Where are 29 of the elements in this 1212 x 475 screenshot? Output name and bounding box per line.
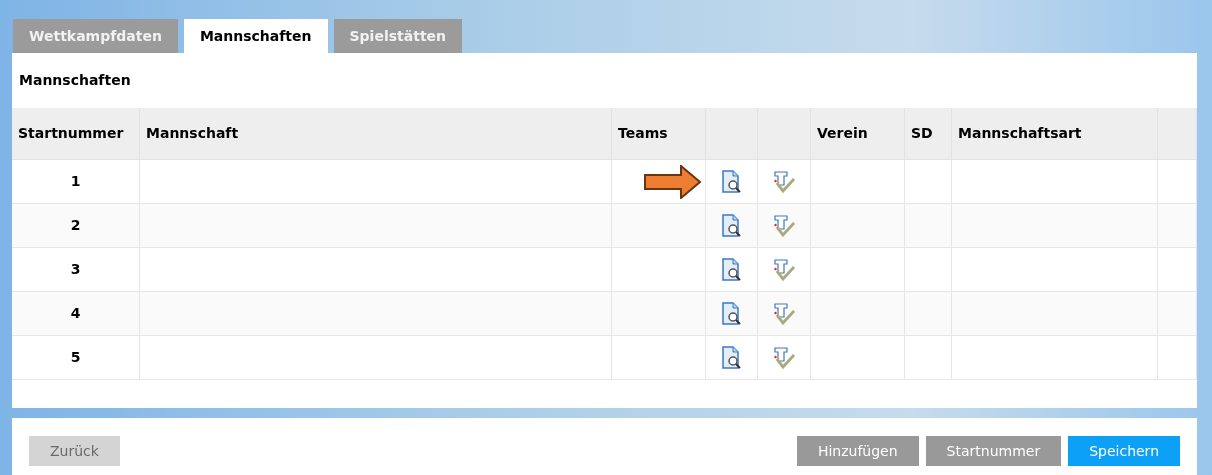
action-button[interactable]: Startnummer bbox=[925, 436, 1062, 466]
column-header: Verein bbox=[817, 124, 868, 143]
document-search-icon[interactable] bbox=[720, 301, 743, 326]
table-cell-text: 3 bbox=[70, 260, 81, 279]
column-header: SD bbox=[911, 124, 933, 143]
column-header: Startnummer bbox=[18, 124, 124, 143]
table-cell-text: 1 bbox=[70, 172, 81, 191]
action-button[interactable]: Speichern bbox=[1068, 436, 1180, 466]
document-search-icon[interactable] bbox=[720, 169, 743, 194]
shirt-check-icon[interactable] bbox=[772, 257, 796, 282]
column-header: Mannschaft bbox=[146, 124, 239, 143]
table-cell-text: 5 bbox=[70, 348, 81, 367]
document-search-icon[interactable] bbox=[720, 213, 743, 238]
document-search-icon[interactable] bbox=[720, 345, 743, 370]
tab[interactable]: Wettkampfdaten bbox=[13, 19, 178, 53]
arrow-drawing bbox=[644, 165, 702, 199]
table-cell-text: 4 bbox=[70, 304, 81, 323]
document-search-icon[interactable] bbox=[720, 257, 743, 282]
column-header: Mannschaftsart bbox=[958, 124, 1082, 143]
section-title: Mannschaften bbox=[19, 71, 131, 90]
table-cell-text: 2 bbox=[70, 216, 81, 235]
shirt-check-icon[interactable] bbox=[772, 301, 796, 326]
shirt-check-icon[interactable] bbox=[772, 213, 796, 238]
shirt-check-icon[interactable] bbox=[772, 169, 796, 194]
shirt-check-icon[interactable] bbox=[772, 345, 796, 370]
action-button[interactable]: Hinzufügen bbox=[796, 436, 919, 466]
tab[interactable]: Mannschaften bbox=[183, 19, 328, 53]
tab[interactable]: Spielstätten bbox=[333, 19, 463, 53]
column-header: Teams bbox=[618, 124, 668, 143]
